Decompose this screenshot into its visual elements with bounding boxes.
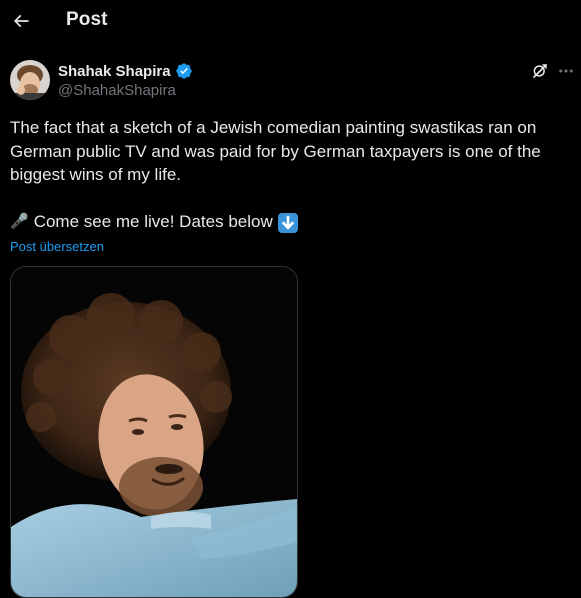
author-display-name[interactable]: Shahak Shapira <box>58 63 171 80</box>
verified-badge-icon <box>175 62 193 80</box>
arrow-left-icon <box>13 14 29 28</box>
translate-post-link[interactable]: Post übersetzen <box>10 239 104 254</box>
microphone-emoji-icon: 🎤 <box>10 213 29 230</box>
avatar[interactable] <box>10 60 50 100</box>
video-media[interactable] <box>10 266 298 598</box>
tweet-cta-line: 🎤 Come see me live! Dates below <box>10 210 570 234</box>
down-arrow-emoji-icon <box>277 210 298 234</box>
avatar-image <box>10 60 50 100</box>
video-thumbnail-image <box>11 267 297 597</box>
grok-icon <box>533 64 547 78</box>
top-bar: Post <box>0 0 581 44</box>
page-title: Post <box>66 9 108 30</box>
author-handle[interactable]: @ShahakShapira <box>58 82 176 99</box>
down-arrow-emoji-graphic <box>277 212 298 233</box>
tweet-cta-text: Come see me live! Dates below <box>33 212 273 231</box>
back-button[interactable] <box>6 6 36 36</box>
more-options-button[interactable] <box>555 60 577 82</box>
tweet-text: The fact that a sketch of a Jewish comed… <box>10 118 546 184</box>
more-icon <box>559 69 573 73</box>
grok-button[interactable] <box>529 60 551 82</box>
author-name-row: Shahak Shapira <box>58 61 193 81</box>
